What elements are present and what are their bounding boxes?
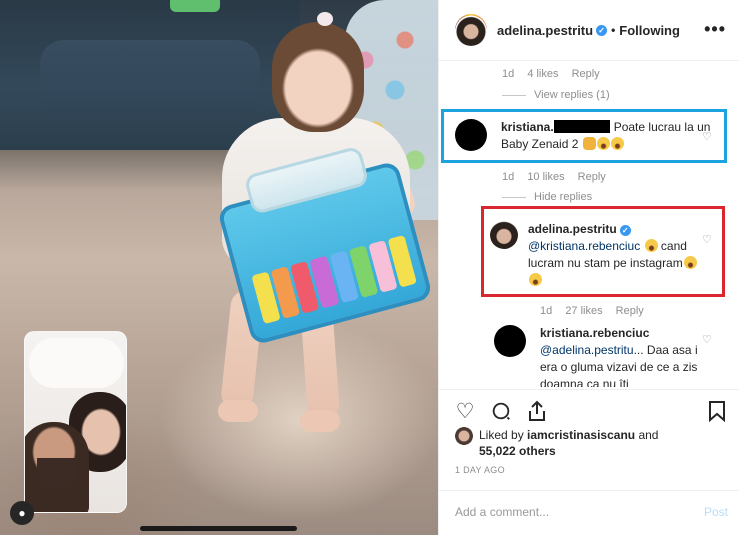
comment-likes[interactable]: 4 likes [527,68,558,80]
post-timestamp[interactable]: 1 DAY AGO [455,465,505,475]
like-heart-icon[interactable]: ♡ [453,399,477,423]
view-replies-label: View replies (1) [534,89,610,101]
reply-button[interactable]: Reply [616,305,644,317]
highlight-box-red [481,206,725,297]
verified-badge-icon: ✓ [596,24,608,36]
reply-kristiana: kristiana.rebenciuc @adelina.pestritu...… [494,325,726,387]
reply-like-heart-icon[interactable]: ♡ [702,333,712,346]
post-photo[interactable]: ● [0,0,438,535]
comment-meta: 1d 10 likes Reply [502,171,616,183]
reply-mention[interactable]: @adelina.pestritu [540,343,634,357]
toy [170,0,220,12]
view-replies-button[interactable]: View replies (1) [502,89,610,101]
liker-username[interactable]: iamcristinasiscanu [527,428,635,442]
girl-hair-bow [317,12,333,26]
girl-head [272,22,364,132]
reply-meta: 1d 27 likes Reply [540,305,654,317]
add-comment-bar: Add a comment... Post [439,490,739,535]
action-bar: ♡ [439,389,739,429]
toy-piano-keys [251,234,417,325]
comment-likes[interactable]: 10 likes [527,171,564,183]
replies-line [502,196,526,198]
reply-button[interactable]: Reply [572,68,600,80]
likes-prefix: Liked by [479,428,524,442]
user-tag-icon[interactable]: ● [10,501,34,525]
inset-pillow [29,338,124,388]
comment-age: 1d [502,68,515,80]
hide-replies-button[interactable]: Hide replies [502,191,592,203]
couch-cushion [40,40,260,120]
likes-text: Liked by iamcristinasiscanu and 55,022 o… [479,427,658,459]
comment-age: 1d [502,171,515,183]
comment-bubble-icon[interactable] [489,399,513,423]
reply-username[interactable]: kristiana.rebenciuc [540,326,649,340]
post-header: adelina.pestritu ✓ • Following ••• [439,0,739,61]
reply-commenter-avatar[interactable] [494,325,526,357]
girl-foot-left [218,400,258,422]
reply-age: 1d [540,305,553,317]
home-indicator-bar [140,526,297,531]
comment-meta: 1d 4 likes Reply [502,68,610,80]
share-icon[interactable] [525,399,549,423]
likes-count[interactable]: 55,022 others [479,444,556,458]
likes-summary: Liked by iamcristinasiscanu and 55,022 o… [455,427,658,459]
likes-and: and [638,428,659,442]
reply-button[interactable]: Reply [578,171,606,183]
hide-replies-label: Hide replies [534,191,593,203]
bookmark-icon[interactable] [705,399,729,423]
author-username[interactable]: adelina.pestritu [497,23,593,38]
comment-input[interactable]: Add a comment... [455,505,549,519]
author-avatar[interactable] [455,14,487,46]
post-button[interactable]: Post [704,505,728,519]
highlight-box-blue [441,109,727,163]
liker-avatar[interactable] [455,427,473,445]
more-options-icon[interactable]: ••• [704,19,726,40]
inset-video[interactable] [24,331,127,513]
reply-likes[interactable]: 27 likes [565,305,602,317]
toy-piano [216,145,434,346]
girl-foot-right [300,410,340,432]
following-button[interactable]: Following [619,23,680,38]
replies-line [502,94,526,96]
header-separator: • [611,23,616,37]
reply-body: kristiana.rebenciuc @adelina.pestritu...… [540,325,710,387]
